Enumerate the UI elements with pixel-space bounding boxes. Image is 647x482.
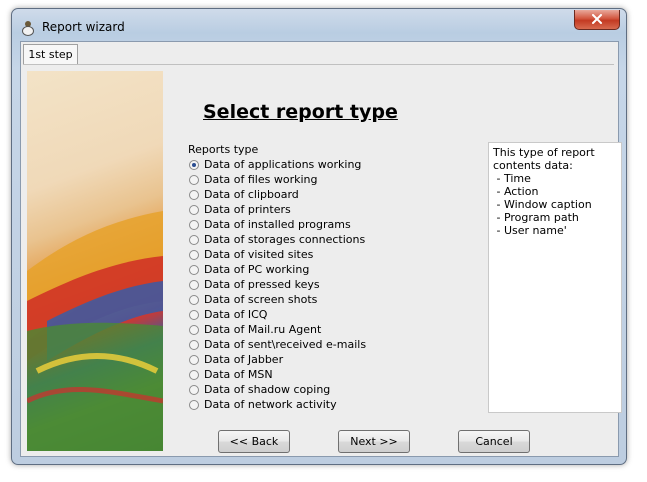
wizard-side-image [27,71,163,451]
report-type-option[interactable]: Data of pressed keys [189,277,366,292]
report-type-option[interactable]: Data of MSN [189,367,366,382]
radio-button[interactable] [189,159,199,170]
description-line: - Action [493,185,539,198]
report-type-label: Data of printers [204,203,291,216]
radio-button[interactable] [189,204,199,215]
report-type-label: Data of pressed keys [204,278,320,291]
report-type-label: Data of sent\received e-mails [204,338,367,351]
report-type-label: Data of MSN [204,368,273,381]
radio-button[interactable] [189,354,199,365]
report-type-option[interactable]: Data of applications working [189,157,366,172]
tab-1st-step[interactable]: 1st step [23,44,78,64]
report-type-label: Data of installed programs [204,218,351,231]
reports-type-radio-group: Data of applications working Data of file… [189,157,366,412]
report-type-label: Data of shadow coping [204,383,331,396]
report-type-label: Data of visited sites [204,248,314,261]
report-type-option[interactable]: Data of installed programs [189,217,366,232]
radio-button[interactable] [189,279,199,290]
report-type-option[interactable]: Data of network activity [189,397,366,412]
next-button[interactable]: Next >> [338,430,410,453]
window-title: Report wizard [42,20,125,34]
description-line: - Program path [493,211,579,224]
cancel-button[interactable]: Cancel [458,430,530,453]
report-type-option[interactable]: Data of ICQ [189,307,366,322]
report-description-box: This type of report contents data: - Time… [488,142,622,413]
radio-button[interactable] [189,369,199,380]
wizard-client-area: 1st step Select report type Reports type… [20,41,622,457]
radio-button[interactable] [189,234,199,245]
report-type-option[interactable]: Data of shadow coping [189,382,366,397]
radio-button[interactable] [189,264,199,275]
radio-button[interactable] [189,399,199,410]
description-line: - Window caption [493,198,592,211]
report-type-option[interactable]: Data of visited sites [189,247,366,262]
step-panel: Select report type Reports type Data of … [23,64,622,453]
back-button[interactable]: << Back [218,430,290,453]
report-type-label: Data of clipboard [204,188,299,201]
radio-button[interactable] [189,309,199,320]
report-type-option[interactable]: Data of sent\received e-mails [189,337,366,352]
report-type-option[interactable]: Data of Jabber [189,352,366,367]
description-line: - User name' [493,224,567,237]
app-icon [20,20,36,36]
report-type-label: Data of PC working [204,263,310,276]
report-type-option[interactable]: Data of screen shots [189,292,366,307]
radio-button[interactable] [189,174,199,185]
radio-button[interactable] [189,219,199,230]
close-icon [591,13,603,27]
report-type-label: Data of files working [204,173,318,186]
radio-button[interactable] [189,384,199,395]
report-type-label: Data of Jabber [204,353,284,366]
description-line: - Time [493,172,531,185]
description-line: This type of report [493,146,595,159]
report-type-option[interactable]: Data of Mail.ru Agent [189,322,366,337]
page-title: Select report type [203,101,398,123]
report-type-label: Data of network activity [204,398,337,411]
report-type-option[interactable]: Data of files working [189,172,366,187]
radio-button[interactable] [189,249,199,260]
radio-button[interactable] [189,324,199,335]
title-bar[interactable]: Report wizard [12,9,626,43]
reports-type-label: Reports type [188,143,259,156]
report-wizard-window: Report wizard 1st step Select report typ… [11,8,627,465]
close-button[interactable] [574,10,620,30]
report-type-label: Data of screen shots [204,293,318,306]
report-type-label: Data of Mail.ru Agent [204,323,322,336]
radio-button[interactable] [189,294,199,305]
radio-button[interactable] [189,339,199,350]
report-type-label: Data of applications working [204,158,362,171]
report-type-label: Data of storages connections [204,233,366,246]
report-type-option[interactable]: Data of PC working [189,262,366,277]
report-type-option[interactable]: Data of clipboard [189,187,366,202]
report-type-option[interactable]: Data of printers [189,202,366,217]
report-type-label: Data of ICQ [204,308,268,321]
radio-button[interactable] [189,189,199,200]
description-line: contents data: [493,159,573,172]
report-type-option[interactable]: Data of storages connections [189,232,366,247]
